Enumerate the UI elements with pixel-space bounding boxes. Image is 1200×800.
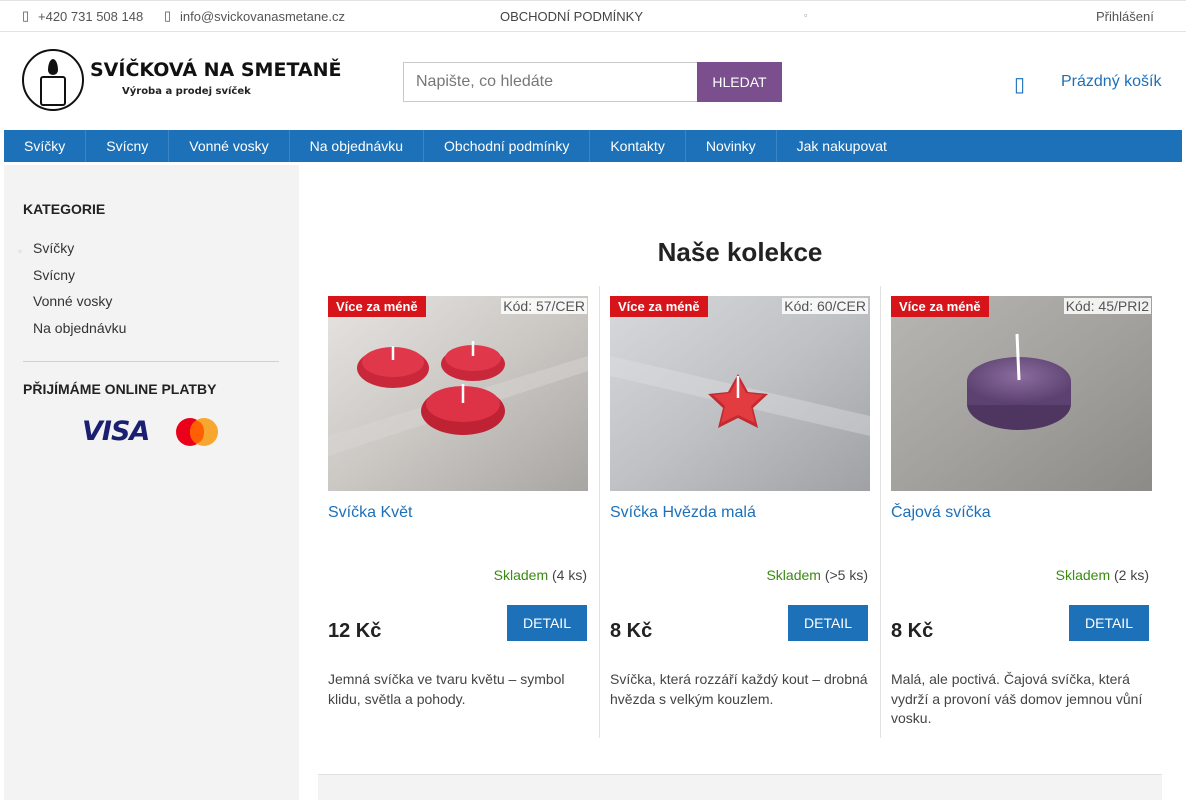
product-name-link[interactable]: Svíčka Květ [328,504,412,522]
nav-item-novinky[interactable]: Novinky [686,130,777,162]
nav-item-jak-nakupovat[interactable]: Jak nakupovat [777,130,907,162]
product-card: Více za méně Kód: 57/CER Svíčka Květ Skl… [318,286,599,738]
detail-button[interactable]: DETAIL [788,605,868,641]
detail-button[interactable]: DETAIL [507,605,587,641]
product-code: Kód: 57/CER [501,298,587,314]
discount-badge: Více za méně [328,296,426,317]
category-item[interactable]: Vonné vosky [23,292,126,319]
stock-availability: Skladem (2 ks) [1056,567,1149,583]
phone-number[interactable]: +420 731 508 148 [38,9,143,24]
phone-icon: ▯ [22,8,30,23]
product-card: Více za méně Kód: 45/PRI2 Čajová svíčka … [880,286,1161,738]
payments-heading: PŘIJÍMÁME ONLINE PLATBY [23,381,217,397]
top-conditions-link[interactable]: OBCHODNÍ PODMÍNKY [500,9,643,24]
bullet-icon: ○ [18,249,22,255]
stock-availability: Skladem (4 ks) [494,567,587,583]
email-icon: ▯ [164,8,172,23]
nav-item-vonne-vosky[interactable]: Vonné vosky [169,130,290,162]
product-price: 8 Kč [610,620,653,642]
product-name-link[interactable]: Svíčka Hvězda malá [610,504,756,522]
nav-item-obchodni-podminky[interactable]: Obchodní podmínky [424,130,591,162]
login-link[interactable]: Přihlášení [1096,9,1154,24]
nav-item-kontakty[interactable]: Kontakty [590,130,686,162]
phone-contact[interactable]: ▯ +420 731 508 148 [22,8,143,24]
product-card: Více za méně Kód: 60/CER Svíčka Hvězda m… [599,286,880,738]
main-nav: Svíčky Svícny Vonné vosky Na objednávku … [4,130,1182,162]
content-footer-bar [318,774,1162,800]
category-label[interactable]: Vonné vosky [33,293,112,309]
collection-title: Naše kolekce [657,237,823,267]
logo-subtitle: Výroba a prodej svíček [122,86,251,97]
category-list: ○ Svíčky Svícny Vonné vosky Na objednávku [18,239,126,346]
sidebar: KATEGORIE ○ Svíčky Svícny Vonné vosky Na … [4,165,299,800]
nav-item-svicky[interactable]: Svíčky [4,130,87,162]
product-image[interactable] [891,296,1152,491]
product-description: Jemná svíčka ve tvaru květu – symbol kli… [328,671,565,707]
product-price: 8 Kč [891,620,934,642]
email-address[interactable]: info@svickovanasmetane.cz [180,9,345,24]
stock-status: Skladem [1055,567,1111,583]
product-name-link[interactable]: Čajová svíčka [891,504,991,522]
stock-count: (2 ks) [1114,567,1149,583]
product-description: Malá, ale poctivá. Čajová svíčka, která … [891,671,1143,726]
product-code: Kód: 60/CER [782,298,868,314]
categories-heading: KATEGORIE [23,201,106,217]
stock-status: Skladem [493,567,549,583]
category-item[interactable]: ○ Svíčky [18,239,126,266]
product-image[interactable] [328,296,588,491]
category-label[interactable]: Svíčky [33,240,74,256]
category-label[interactable]: Na objednávku [33,320,126,336]
cart-icon[interactable]: ▯ [1014,72,1028,97]
candle-icon [40,76,66,106]
discount-badge: Více za méně [891,296,989,317]
stock-count: (4 ks) [552,567,587,583]
mastercard-logo [176,418,220,446]
product-description: Svíčka, která rozzáří každý kout – drobn… [610,671,868,707]
product-grid: Více za méně Kód: 57/CER Svíčka Květ Skl… [318,286,1162,738]
nav-item-svicny[interactable]: Svícny [86,130,170,162]
category-item[interactable]: Svícny [23,266,126,293]
cart-label[interactable]: Prázdný košík [1061,73,1161,91]
discount-badge: Více za méně [610,296,708,317]
product-code: Kód: 45/PRI2 [1063,298,1151,314]
search-form: HLEDAT [403,62,782,102]
visa-logo: VISA [82,416,150,447]
stock-status: Skladem [766,567,821,583]
cart[interactable]: ▯ Prázdný košík [1014,72,1161,97]
category-label[interactable]: Svícny [33,267,75,283]
top-bar: ▯ +420 731 508 148 ▯ info@svickovanasmet… [0,0,1186,32]
nav-item-na-objednavku[interactable]: Na objednávku [290,130,425,162]
email-contact[interactable]: ▯ info@svickovanasmetane.cz [164,8,345,24]
logo-title: SVÍČKOVÁ NA SMETANĚ [90,59,342,81]
stock-count: (>5 ks) [824,567,868,583]
category-item[interactable]: Na objednávku [23,319,126,346]
product-image[interactable] [610,296,870,491]
sidebar-divider [23,361,279,362]
search-button[interactable]: HLEDAT [697,62,782,102]
dropdown-icon[interactable]: ▫ [804,10,807,20]
search-input[interactable] [403,62,697,102]
candle-flame-icon [48,59,58,75]
site-logo[interactable]: SVÍČKOVÁ NA SMETANĚ Výroba a prodej svíč… [22,49,342,111]
detail-button[interactable]: DETAIL [1069,605,1149,641]
stock-availability: Skladem (>5 ks) [766,567,868,583]
product-price: 12 Kč [328,620,382,642]
